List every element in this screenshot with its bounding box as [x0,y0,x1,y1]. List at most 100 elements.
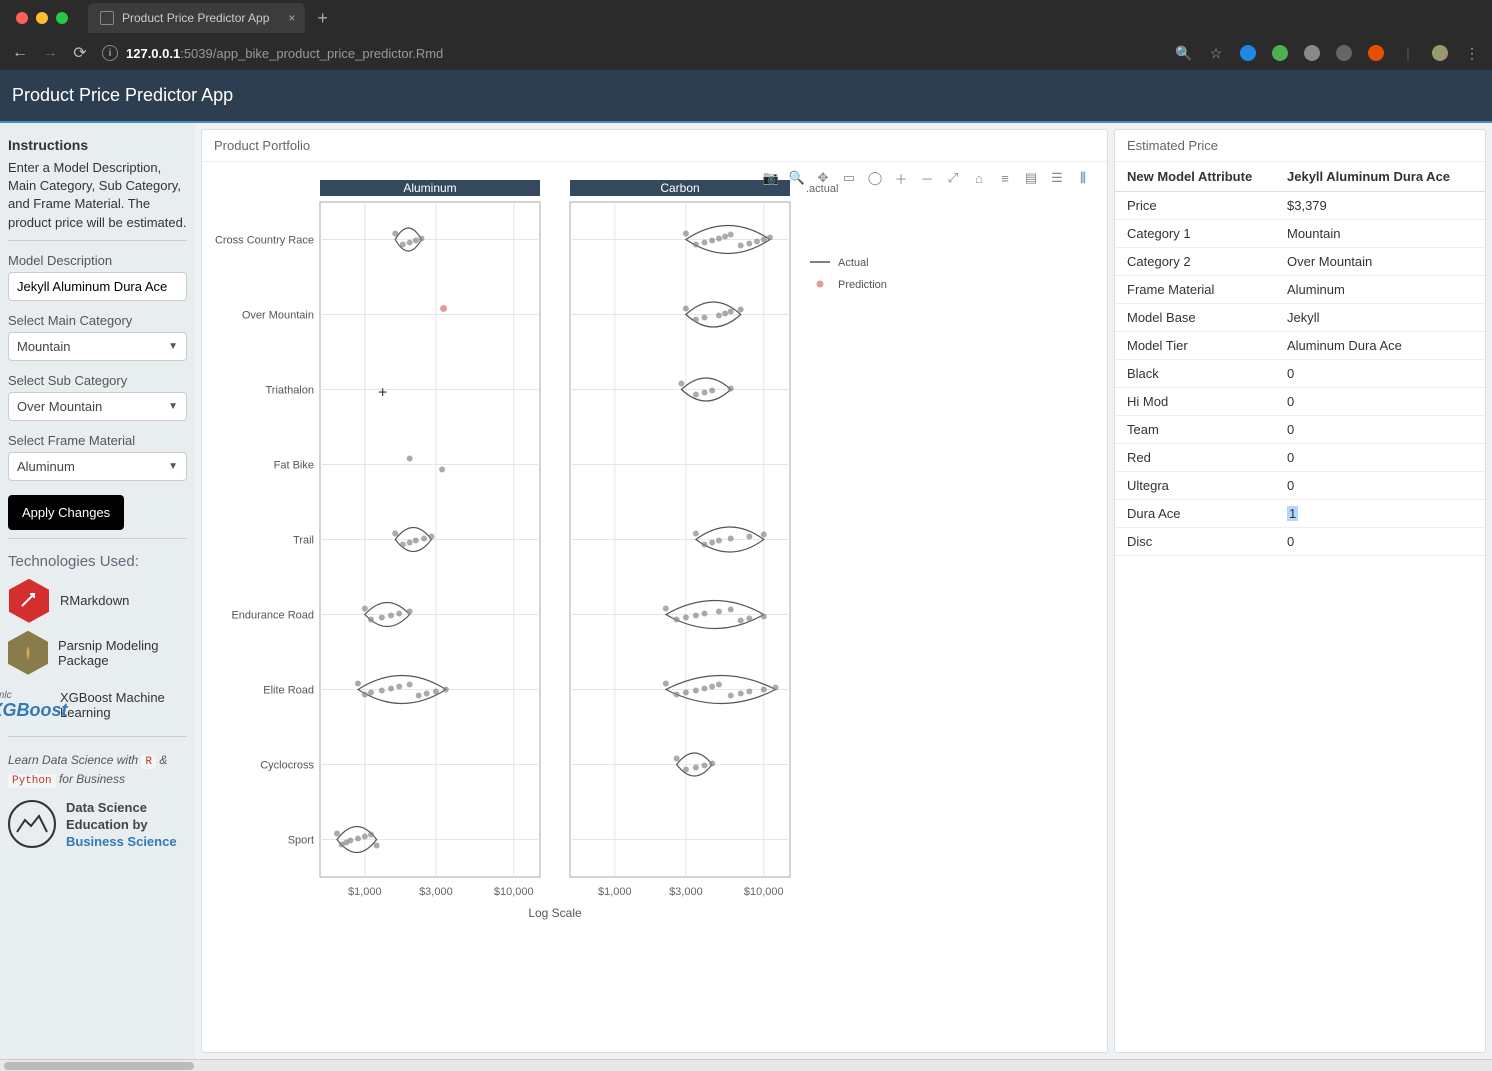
document-icon [100,11,114,25]
model-description-label: Model Description [8,253,187,268]
apply-changes-button[interactable]: Apply Changes [8,495,124,530]
app-title: Product Price Predictor App [12,85,233,105]
scrollbar-thumb[interactable] [4,1062,194,1070]
svg-text:Cross Country Race: Cross Country Race [215,235,314,247]
tech-item: dmlcXGBoost XGBoost Machine Learning [8,684,187,726]
instructions-text: Enter a Model Description, Main Category… [8,159,187,232]
table-row: Disc0 [1115,528,1485,556]
sub-category-select[interactable]: Over Mountain ▼ [8,392,187,421]
svg-text:Endurance Road: Endurance Road [231,610,314,622]
table-row: Price$3,379 [1115,192,1485,220]
minimize-window-icon[interactable] [36,12,48,24]
product-portfolio-chart[interactable]: Aluminum $1,000 $3,000 $10,000 Carbon $1,000 $… [202,162,902,922]
maximize-window-icon[interactable] [56,12,68,24]
camera-icon[interactable]: 📷 [761,168,781,188]
back-button[interactable]: ← [12,45,28,61]
main-category-select[interactable]: Mountain ▼ [8,332,187,361]
table-header: New Model Attribute [1115,162,1275,192]
divider [8,538,187,539]
extension-icon[interactable] [1272,45,1288,61]
svg-text:Elite Road: Elite Road [263,685,314,697]
chevron-down-icon: ▼ [168,341,178,352]
table-row: Ultegra0 [1115,472,1485,500]
table-row: Red0 [1115,444,1485,472]
extension-icon[interactable] [1304,45,1320,61]
reset-axes-icon[interactable]: ⌂ [969,168,989,188]
estimate-panel-title: Estimated Price [1115,130,1485,162]
profile-avatar[interactable] [1432,45,1448,61]
table-row: Dura Ace1 [1115,500,1485,528]
hover-compare-icon[interactable]: ☰ [1047,168,1067,188]
zoom-in-icon[interactable]: ＋ [891,168,911,188]
extension-icon[interactable] [1336,45,1352,61]
table-header: Jekyll Aluminum Dura Ace [1275,162,1485,192]
business-science-link[interactable]: Business Science [66,834,177,851]
svg-text:$10,000: $10,000 [494,886,534,898]
extension-icon[interactable] [1240,45,1256,61]
hover-closest-icon[interactable]: ▤ [1021,168,1041,188]
divider [8,736,187,737]
frame-material-select[interactable]: Aluminum ▼ [8,452,187,481]
reload-button[interactable]: ⟳ [72,45,88,61]
table-row: Frame MaterialAluminum [1115,276,1485,304]
svg-text:$1,000: $1,000 [598,886,632,898]
lasso-select-icon[interactable]: ◯ [865,168,885,188]
sidebar: Instructions Enter a Model Description, … [0,123,195,1059]
new-tab-button[interactable]: + [317,8,328,29]
parsnip-icon [8,631,48,675]
chart-panel-title: Product Portfolio [202,130,1107,162]
main-category-label: Select Main Category [8,313,187,328]
instructions-title: Instructions [8,137,187,153]
chevron-down-icon: ▼ [168,461,178,472]
window-controls [16,12,68,24]
svg-text:Prediction: Prediction [838,279,887,291]
pan-icon[interactable]: ✥ [813,168,833,188]
zoom-out-icon[interactable]: － [917,168,937,188]
estimate-table: New Model Attribute Jekyll Aluminum Dura… [1115,162,1485,556]
browser-tab[interactable]: Product Price Predictor App × [88,3,305,33]
svg-text:Over Mountain: Over Mountain [242,310,314,322]
extension-icon[interactable] [1368,45,1384,61]
address-bar[interactable]: i 127.0.0.1:5039/app_bike_product_price_… [102,45,1162,61]
svg-text:$10,000: $10,000 [744,886,784,898]
svg-text:Log Scale: Log Scale [528,906,582,920]
search-icon[interactable]: 🔍 [1176,45,1192,61]
svg-text:Trail: Trail [293,535,314,547]
browser-chrome: Product Price Predictor App × + ← → ⟳ i … [0,0,1492,70]
svg-text:Actual: Actual [838,257,869,269]
spike-lines-icon[interactable]: ≡ [995,168,1015,188]
tech-item: RMarkdown [8,580,187,622]
site-info-icon[interactable]: i [102,45,118,61]
rmarkdown-icon [9,579,49,623]
svg-text:Aluminum: Aluminum [403,181,456,195]
horizontal-scrollbar[interactable] [0,1059,1492,1071]
svg-text:$1,000: $1,000 [348,886,382,898]
sub-category-label: Select Sub Category [8,373,187,388]
table-row: Team0 [1115,416,1485,444]
box-select-icon[interactable]: ▭ [839,168,859,188]
svg-text:Carbon: Carbon [660,181,699,195]
table-row: Category 2Over Mountain [1115,248,1485,276]
autoscale-icon[interactable]: ⤢ [943,168,963,188]
svg-text:$3,000: $3,000 [669,886,703,898]
plotly-toolbar: 📷 🔍 ✥ ▭ ◯ ＋ － ⤢ ⌂ ≡ ▤ ☰ ⫼ [761,168,1093,188]
table-row: Hi Mod0 [1115,388,1485,416]
table-row: Black0 [1115,360,1485,388]
business-science-row: Data Science Education by Business Scien… [8,800,187,851]
close-window-icon[interactable] [16,12,28,24]
plotly-logo-icon[interactable]: ⫼ [1073,168,1093,188]
svg-text:+: + [378,385,387,402]
divider: | [1400,45,1416,61]
table-row: Model TierAluminum Dura Ace [1115,332,1485,360]
close-tab-icon[interactable]: × [288,11,295,25]
divider [8,240,187,241]
zoom-icon[interactable]: 🔍 [787,168,807,188]
forward-button[interactable]: → [42,45,58,61]
svg-text:Cyclocross: Cyclocross [260,760,314,772]
svg-text:$3,000: $3,000 [419,886,453,898]
model-description-input[interactable] [8,272,187,301]
tech-item: Parsnip Modeling Package [8,632,187,674]
bookmark-icon[interactable]: ☆ [1208,45,1224,61]
menu-icon[interactable]: ⋮ [1464,45,1480,61]
table-row: Model BaseJekyll [1115,304,1485,332]
